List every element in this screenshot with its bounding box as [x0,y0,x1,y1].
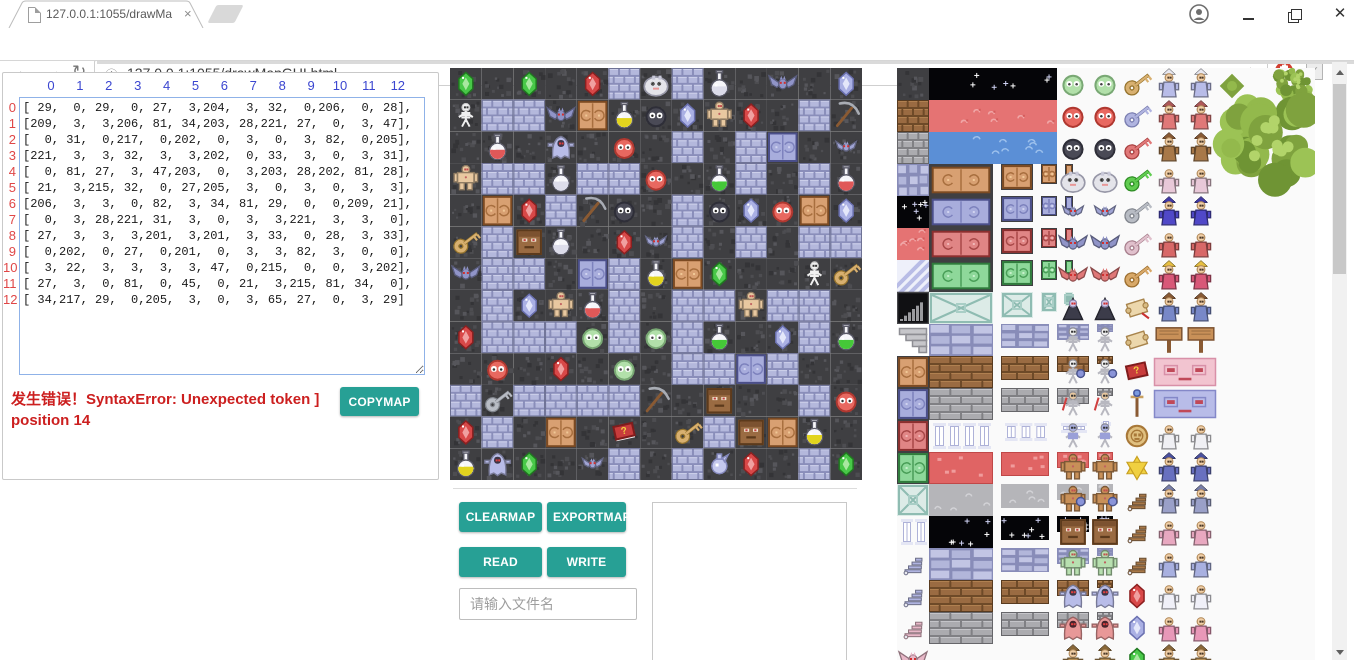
new-tab-button[interactable] [207,5,243,23]
col-header-1: 1 [65,78,95,93]
map-canvas[interactable] [450,68,862,480]
col-header-5: 5 [181,78,211,93]
scroll-down-arrow-icon[interactable] [1332,644,1347,660]
col-header-12: 12 [383,78,413,93]
row-header-2: 2 [3,132,16,148]
row-header-1: 1 [3,116,16,132]
content-top-rule [97,61,1354,64]
read-button[interactable]: READ [459,547,542,577]
row-header-11: 11 [3,276,16,292]
error-message: 发生错误！SyntaxError: Unexpected token ] pos… [11,389,339,431]
map-array-textarea[interactable] [19,97,425,375]
exportmap-button[interactable]: EXPORTMAP [547,502,626,532]
row-header-7: 7 [3,212,16,228]
row-header-9: 9 [3,244,16,260]
restore-button[interactable] [1272,0,1316,28]
col-header-8: 8 [267,78,297,93]
close-icon: ✕ [1334,5,1347,22]
copymap-button[interactable]: COPYMAP [340,387,419,416]
minimize-button[interactable] [1226,0,1270,28]
col-header-3: 3 [123,78,153,93]
section-divider [453,488,857,489]
scroll-up-arrow-icon[interactable] [1332,62,1347,78]
row-header-4: 4 [3,164,16,180]
col-header-6: 6 [209,78,239,93]
profile-avatar-icon[interactable] [1189,4,1209,24]
row-header-3: 3 [3,148,16,164]
col-header-11: 11 [354,78,384,93]
col-header-2: 2 [94,78,124,93]
browser-titlebar: 127.0.0.1:1055/drawMa × ✕ [0,0,1354,28]
close-window-button[interactable]: ✕ [1318,0,1354,28]
write-button[interactable]: WRITE [547,547,626,577]
row-header-12: 12 [3,292,16,308]
page-file-icon [28,7,41,23]
col-header-0: 0 [36,78,66,93]
clearmap-button[interactable]: CLEARMAP [459,502,542,532]
row-header-8: 8 [3,228,16,244]
browser-toolbar: ← → ↻ ⓘ 127.0.0.1:1055/drawMapGUI.html ☆… [0,28,1354,60]
col-header-4: 4 [152,78,182,93]
col-header-10: 10 [325,78,355,93]
col-header-9: 9 [296,78,326,93]
tileset-palette-canvas[interactable] [897,68,1315,660]
filename-input[interactable] [459,588,637,620]
scrollbar-thumb[interactable] [1333,84,1346,274]
col-header-7: 7 [238,78,268,93]
tab-close-icon[interactable]: × [184,6,192,21]
tab-title: 127.0.0.1:1055/drawMa [46,7,178,23]
map-data-panel: 0123456789101112 0123456789101112 发生错误！S… [2,72,439,480]
row-header-6: 6 [3,196,16,212]
page-scrollbar[interactable] [1332,62,1347,660]
export-output-box [652,502,847,660]
row-header-5: 5 [3,180,16,196]
row-header-0: 0 [3,100,16,116]
row-header-10: 10 [3,260,16,276]
